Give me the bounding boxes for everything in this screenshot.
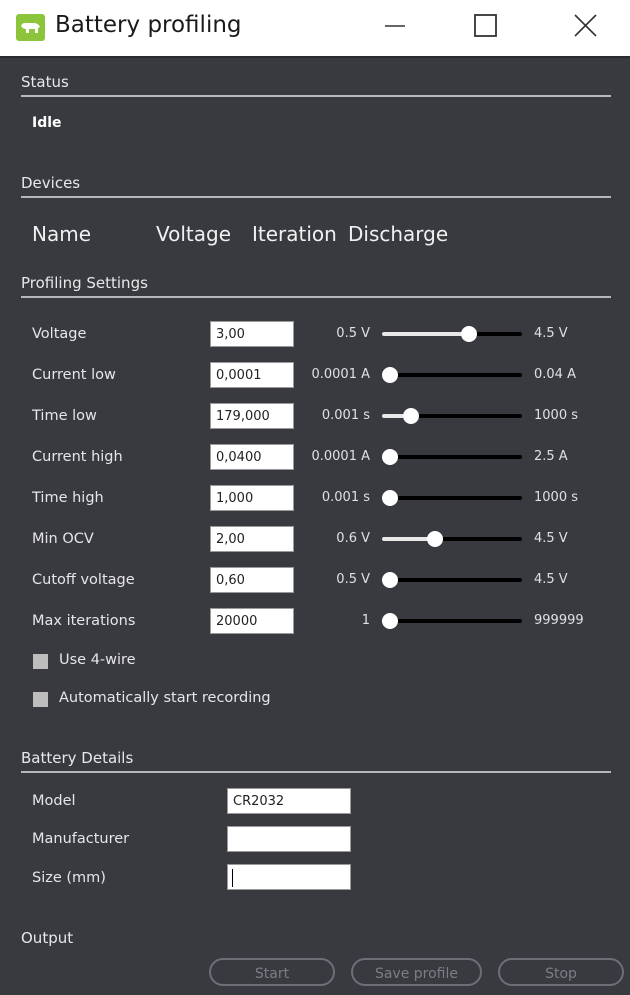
max-iterations-max-label: 999999 [534,613,584,628]
cutoff-voltage-slider[interactable] [382,571,522,589]
voltage-min-label: 0.5 V [336,326,370,341]
bear-icon [16,14,45,41]
time-high-slider[interactable] [382,489,522,507]
voltage-max-label: 4.5 V [534,326,568,341]
voltage-slider[interactable] [382,325,522,343]
slider-track[interactable] [382,373,522,377]
min-ocv-input[interactable]: 2,00 [210,526,294,552]
cutoff-voltage-max-label: 4.5 V [534,572,568,587]
time-high-max-label: 1000 s [534,490,578,505]
time-high-label: Time high [32,490,104,506]
use-4-wire-label[interactable]: Use 4-wire [59,652,136,668]
current-high-min-label: 0.0001 A [311,449,370,464]
current-low-label: Current low [32,367,116,383]
column-header-discharge[interactable]: Discharge [348,222,448,246]
time-low-label: Time low [32,408,97,424]
output-section: Output [21,929,611,947]
window-title: Battery profiling [55,12,242,38]
auto-start-recording-checkbox[interactable] [33,692,48,707]
minimize-button[interactable] [375,8,415,44]
divider [21,296,611,298]
current-high-label: Current high [32,449,123,465]
divider [21,196,611,198]
title-bar: Battery profiling [0,0,630,58]
stop-button[interactable]: Stop [498,958,624,986]
time-low-input[interactable]: 179,000 [210,403,294,429]
devices-section: Devices [21,174,611,198]
model-label: Model [32,793,76,809]
voltage-input[interactable]: 3,00 [210,321,294,347]
manufacturer-input[interactable] [227,826,351,852]
column-header-iteration[interactable]: Iteration [252,222,337,246]
slider-thumb[interactable] [403,408,420,424]
maximize-icon [474,14,497,37]
slider-track[interactable] [382,455,522,459]
slider-track[interactable] [382,578,522,582]
cutoff-voltage-label: Cutoff voltage [32,572,135,588]
time-high-input[interactable]: 1,000 [210,485,294,511]
section-title-devices: Devices [21,174,81,192]
maximize-button[interactable] [466,8,506,44]
size-input[interactable] [227,864,351,890]
max-iterations-slider[interactable] [382,612,522,630]
section-title-profiling: Profiling Settings [21,274,148,292]
min-ocv-label: Min OCV [32,531,94,547]
current-low-input[interactable]: 0,0001 [210,362,294,388]
time-low-min-label: 0.001 s [321,408,370,423]
current-high-max-label: 2.5 A [534,449,568,464]
close-icon [574,14,597,37]
section-title-output: Output [21,929,74,947]
divider [21,771,611,773]
section-title-status: Status [21,73,69,91]
time-low-slider[interactable] [382,407,522,425]
current-low-max-label: 0.04 A [534,367,576,382]
voltage-label: Voltage [32,326,87,342]
slider-thumb[interactable] [427,531,444,547]
text-caret [232,869,233,887]
max-iterations-label: Max iterations [32,613,136,629]
slider-track[interactable] [382,619,522,623]
max-iterations-min-label: 1 [361,613,370,628]
max-iterations-input[interactable]: 20000 [210,608,294,634]
slider-track[interactable] [382,496,522,500]
current-high-slider[interactable] [382,448,522,466]
min-ocv-max-label: 4.5 V [534,531,568,546]
status-value: Idle [32,115,62,131]
slider-thumb[interactable] [382,613,398,629]
section-title-battery: Battery Details [21,749,134,767]
status-section: Status [21,73,611,97]
current-low-min-label: 0.0001 A [311,367,370,382]
time-low-max-label: 1000 s [534,408,578,423]
current-high-input[interactable]: 0,0400 [210,444,294,470]
auto-start-recording-label[interactable]: Automatically start recording [59,690,271,706]
save-profile-button[interactable]: Save profile [351,958,482,986]
min-ocv-slider[interactable] [382,530,522,548]
slider-thumb[interactable] [382,572,398,588]
slider-thumb[interactable] [382,490,398,506]
profiling-section: Profiling Settings [21,274,611,298]
min-ocv-min-label: 0.6 V [336,531,370,546]
cutoff-voltage-input[interactable]: 0,60 [210,567,294,593]
cutoff-voltage-min-label: 0.5 V [336,572,370,587]
divider [21,95,611,97]
minimize-icon [385,25,405,27]
battery-section: Battery Details [21,749,611,773]
slider-thumb[interactable] [460,326,477,342]
slider-thumb[interactable] [382,367,398,383]
size-label: Size (mm) [32,870,106,886]
manufacturer-label: Manufacturer [32,831,130,847]
current-low-slider[interactable] [382,366,522,384]
column-header-voltage[interactable]: Voltage [156,222,231,246]
use-4-wire-checkbox[interactable] [33,654,48,669]
slider-fill [382,332,469,336]
column-header-name[interactable]: Name [32,222,91,246]
start-button[interactable]: Start [209,958,335,986]
model-input[interactable]: CR2032 [227,788,351,814]
close-button[interactable] [566,8,606,44]
slider-thumb[interactable] [382,449,398,465]
time-high-min-label: 0.001 s [321,490,370,505]
